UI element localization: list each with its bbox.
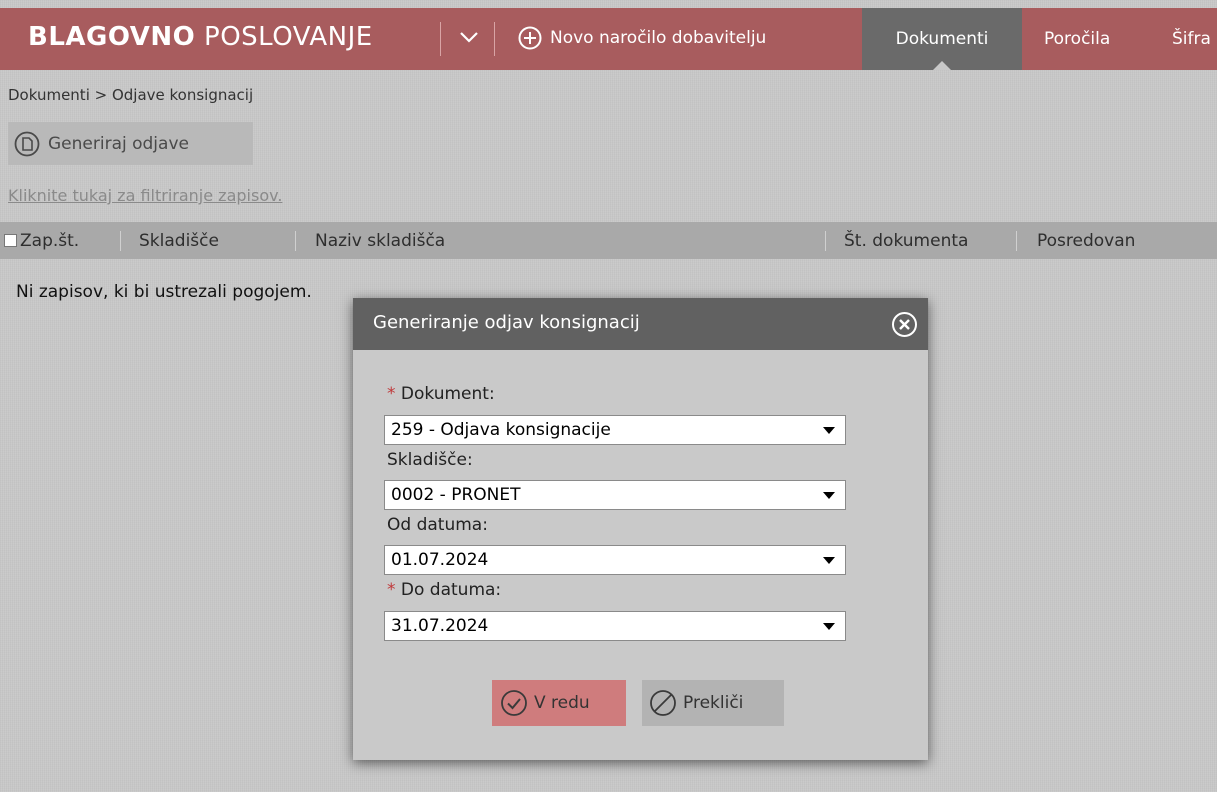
- document-label: * Dokument:: [387, 384, 495, 404]
- nav-item-label: Šifra: [1172, 29, 1211, 49]
- cancel-button[interactable]: Prekliči: [642, 680, 784, 726]
- active-caret: [933, 61, 951, 70]
- dialog-title: Generiranje odjav konsignacij: [373, 312, 640, 333]
- filter-link[interactable]: Kliknite tukaj za filtriranje zapisov.: [8, 186, 282, 205]
- document-icon: [14, 131, 40, 156]
- nav-item-label: Dokumenti: [895, 29, 989, 49]
- column-divider: [295, 231, 296, 251]
- column-divider: [1016, 231, 1017, 251]
- dropdown-arrow-icon: [823, 623, 835, 630]
- date-from-label: Od datuma:: [387, 515, 488, 535]
- date-to-value: 31.07.2024: [391, 616, 489, 636]
- app-title[interactable]: BLAGOVNO POSLOVANJE: [28, 22, 373, 52]
- generate-button-label: Generiraj odjave: [48, 133, 189, 154]
- dropdown-arrow-icon: [823, 492, 835, 499]
- ok-button-label: V redu: [534, 693, 590, 713]
- date-from-select[interactable]: 01.07.2024: [384, 545, 846, 575]
- nav-item-label: Poročila: [1044, 29, 1111, 49]
- nav-item-dokumenti[interactable]: Dokumenti: [862, 8, 1022, 70]
- new-supplier-order-label: Novo naročilo dobavitelju: [550, 28, 767, 48]
- document-select-value: 259 - Odjava konsignacije: [391, 420, 611, 440]
- chevron-down-icon[interactable]: [456, 24, 482, 50]
- nav-item-porocila[interactable]: Poročila: [1044, 8, 1110, 70]
- empty-message: Ni zapisov, ki bi ustrezali pogojem.: [16, 282, 312, 302]
- column-header-zap-st[interactable]: Zap.št.: [20, 222, 79, 259]
- check-circle-icon: [501, 690, 527, 716]
- close-icon[interactable]: [891, 311, 918, 338]
- column-header-naziv-skladisca[interactable]: Naziv skladišča: [315, 222, 445, 259]
- app-title-light: POSLOVANJE: [204, 22, 373, 52]
- cancel-button-label: Prekliči: [683, 693, 744, 713]
- dropdown-arrow-icon: [823, 427, 835, 434]
- document-select[interactable]: 259 - Odjava konsignacije: [384, 415, 846, 445]
- dropdown-arrow-icon: [823, 557, 835, 564]
- dialog-header: Generiranje odjav konsignacij: [353, 298, 928, 350]
- column-divider: [825, 231, 826, 251]
- divider: [440, 22, 441, 56]
- table-header: Zap.št. Skladišče Naziv skladišča Št. do…: [0, 222, 1217, 259]
- date-from-value: 01.07.2024: [391, 550, 489, 570]
- required-mark: *: [387, 580, 396, 600]
- nav-item-sifranti[interactable]: Šifra: [1172, 8, 1211, 70]
- warehouse-label: Skladišče:: [387, 450, 473, 470]
- column-header-st-dokumenta[interactable]: Št. dokumenta: [844, 222, 968, 259]
- breadcrumb: Dokumenti > Odjave konsignacij: [8, 86, 254, 104]
- column-header-posredovan[interactable]: Posredovan: [1037, 222, 1135, 259]
- ok-button[interactable]: V redu: [492, 680, 626, 726]
- date-to-label: * Do datuma:: [387, 580, 502, 600]
- generate-button[interactable]: Generiraj odjave: [8, 122, 253, 165]
- column-header-skladisce[interactable]: Skladišče: [139, 222, 219, 259]
- top-bar: BLAGOVNO POSLOVANJE Novo naročilo dobavi…: [0, 8, 1217, 70]
- date-to-select[interactable]: 31.07.2024: [384, 611, 846, 641]
- warehouse-select[interactable]: 0002 - PRONET: [384, 480, 846, 510]
- column-divider: [120, 231, 121, 251]
- new-supplier-order-button[interactable]: Novo naročilo dobavitelju: [518, 26, 766, 50]
- warehouse-select-value: 0002 - PRONET: [391, 485, 521, 505]
- divider: [494, 22, 495, 56]
- plus-circle-icon: [518, 26, 542, 50]
- ban-icon: [650, 690, 676, 716]
- select-all-checkbox[interactable]: [4, 234, 17, 247]
- required-mark: *: [387, 384, 396, 404]
- app-title-bold: BLAGOVNO: [28, 22, 196, 52]
- generate-dialog: Generiranje odjav konsignacij * Dokument…: [353, 298, 928, 760]
